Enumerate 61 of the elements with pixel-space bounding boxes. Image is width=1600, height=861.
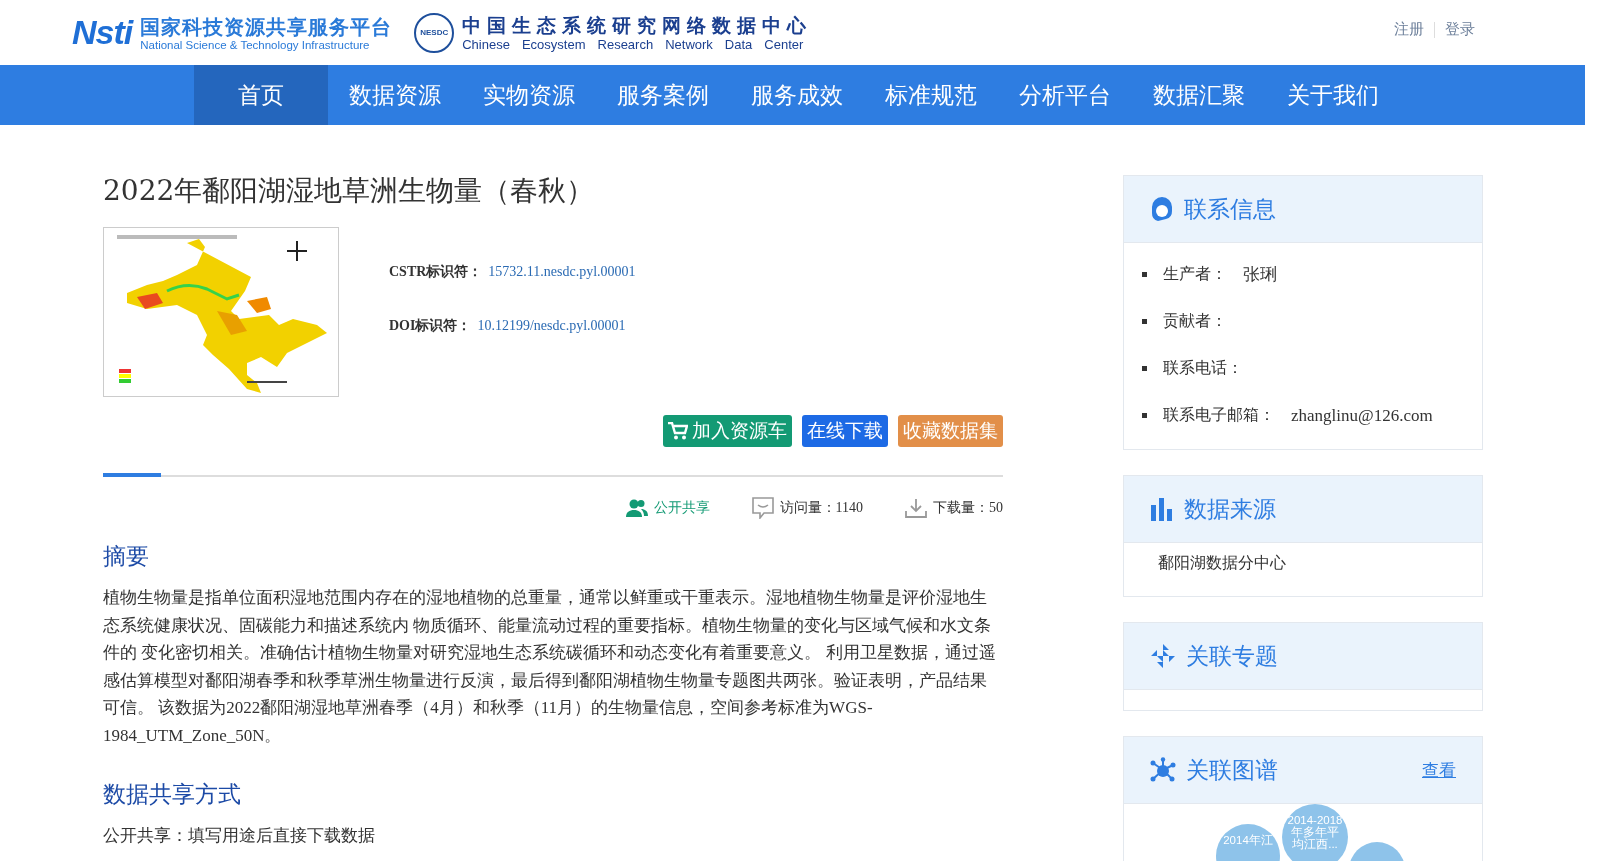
bullet bbox=[1142, 413, 1147, 418]
stat-text: 访问量：1140 bbox=[779, 499, 863, 517]
stat-text: 下载量：50 bbox=[933, 499, 1003, 517]
section-text: 公开共享：填写用途后直接下载数据 bbox=[103, 825, 376, 847]
nav-item[interactable]: 首页 bbox=[194, 65, 328, 125]
card-title: 关联专题 bbox=[1186, 641, 1278, 671]
comment-icon bbox=[751, 497, 774, 519]
card-title: 关联图谱 bbox=[1186, 755, 1278, 785]
section-text: 植物生物量是指单位面积湿地范围内存在的湿地植物的总重量，通常以鲜重或干重表示。湿地植物生物量是评价湿地生态系统健康状况、固碳能力和描述系统内 物质循环、能量流动过程的重要指标。植物生物量的变化与区域气候和水文条件的 变化密切相关。准确估计植物生物量对研究湿地生态系统碳循环和动态变化有着重要意义。 利用卫星数据，通过遥感估算模型对鄱阳湖春季和秋季草洲生物量进行反演，最后得到鄱阳湖植物生物量专题图共两张。验证表明，产品结果可信。 该数据为2022鄱阳湖湿地草洲春季（4月）和秋季（11月）的生物量信息，空间参考标准为WGS-1984_UTM_Zone_50N。 bbox=[103, 587, 997, 747]
bullet bbox=[1142, 272, 1147, 277]
platform-name-english: National Science & Technology Infrastructure bbox=[140, 38, 371, 51]
bullet bbox=[1142, 319, 1147, 324]
contact-label: 生产者： bbox=[1163, 264, 1227, 285]
center-logo: NESDC bbox=[414, 12, 455, 53]
identifier-link[interactable]: 10.12199/nesdc.pyl.00001 bbox=[477, 318, 626, 333]
action-button[interactable]: 在线下载 bbox=[802, 415, 888, 447]
center-name-english-word: Ecosystem bbox=[521, 37, 586, 52]
platform-logo: Nsti bbox=[72, 13, 133, 52]
source-text: 鄱阳湖数据分中心 bbox=[1157, 552, 1287, 574]
identifier-label: DOI标识符： bbox=[389, 318, 472, 333]
users-icon bbox=[625, 499, 648, 517]
nav-item[interactable]: 关于我们 bbox=[1266, 65, 1400, 125]
card-title: 联系信息 bbox=[1184, 194, 1276, 224]
card-title: 数据来源 bbox=[1184, 494, 1276, 524]
section-heading: 数据共享方式 bbox=[103, 780, 242, 809]
nav-item[interactable]: 实物资源 bbox=[462, 65, 596, 125]
header-link[interactable]: 注册 bbox=[1394, 20, 1424, 39]
center-name-english-word: Chinese bbox=[462, 37, 510, 52]
identifier-label: CSTR标识符： bbox=[389, 264, 483, 279]
nav-item[interactable]: 数据汇聚 bbox=[1132, 65, 1266, 125]
nav-item[interactable]: 标准规范 bbox=[864, 65, 998, 125]
view-link[interactable]: 查看 bbox=[1422, 758, 1456, 782]
nav-item[interactable]: 服务成效 bbox=[730, 65, 864, 125]
contact-label: 贡献者： bbox=[1163, 311, 1227, 332]
center-name-english-word: Research bbox=[597, 37, 654, 52]
tab-indicator bbox=[103, 473, 161, 477]
header-link[interactable]: 登录 bbox=[1445, 20, 1475, 39]
identifier-link[interactable]: 15732.11.nesdc.pyl.00001 bbox=[488, 264, 636, 279]
contact-label: 联系电子邮箱： bbox=[1163, 405, 1275, 426]
cart-icon bbox=[668, 422, 688, 440]
center-name-english-word: Data bbox=[724, 37, 753, 52]
platform-name: 国家科技资源共享服务平台 bbox=[140, 14, 393, 39]
bullet bbox=[1142, 366, 1147, 371]
network-icon bbox=[1150, 757, 1176, 783]
bar-chart-icon bbox=[1150, 497, 1174, 521]
action-button[interactable]: 收藏数据集 bbox=[898, 415, 1003, 447]
center-name: 中国生态系统研究网络数据中心 bbox=[462, 13, 813, 37]
download-icon bbox=[905, 498, 927, 518]
pinwheel-icon bbox=[1150, 643, 1176, 669]
nav-item[interactable]: 数据资源 bbox=[328, 65, 462, 125]
contact-value: 张琍 bbox=[1243, 264, 1277, 286]
nav-item[interactable]: 分析平台 bbox=[998, 65, 1132, 125]
center-name-english-word: Network bbox=[665, 37, 713, 52]
contact-value: zhanglinu@126.com bbox=[1291, 405, 1433, 426]
contact-label: 联系电话： bbox=[1163, 358, 1243, 379]
stat-text: 公开共享 bbox=[653, 499, 710, 517]
nav-item[interactable]: 服务案例 bbox=[596, 65, 730, 125]
dataset-title: 2022年鄱阳湖湿地草洲生物量（春秋） bbox=[103, 173, 596, 209]
add-to-cart-button[interactable]: 加入资源车 bbox=[663, 415, 792, 447]
center-name-english-word: Center bbox=[764, 37, 804, 52]
section-heading: 摘要 bbox=[103, 542, 150, 571]
